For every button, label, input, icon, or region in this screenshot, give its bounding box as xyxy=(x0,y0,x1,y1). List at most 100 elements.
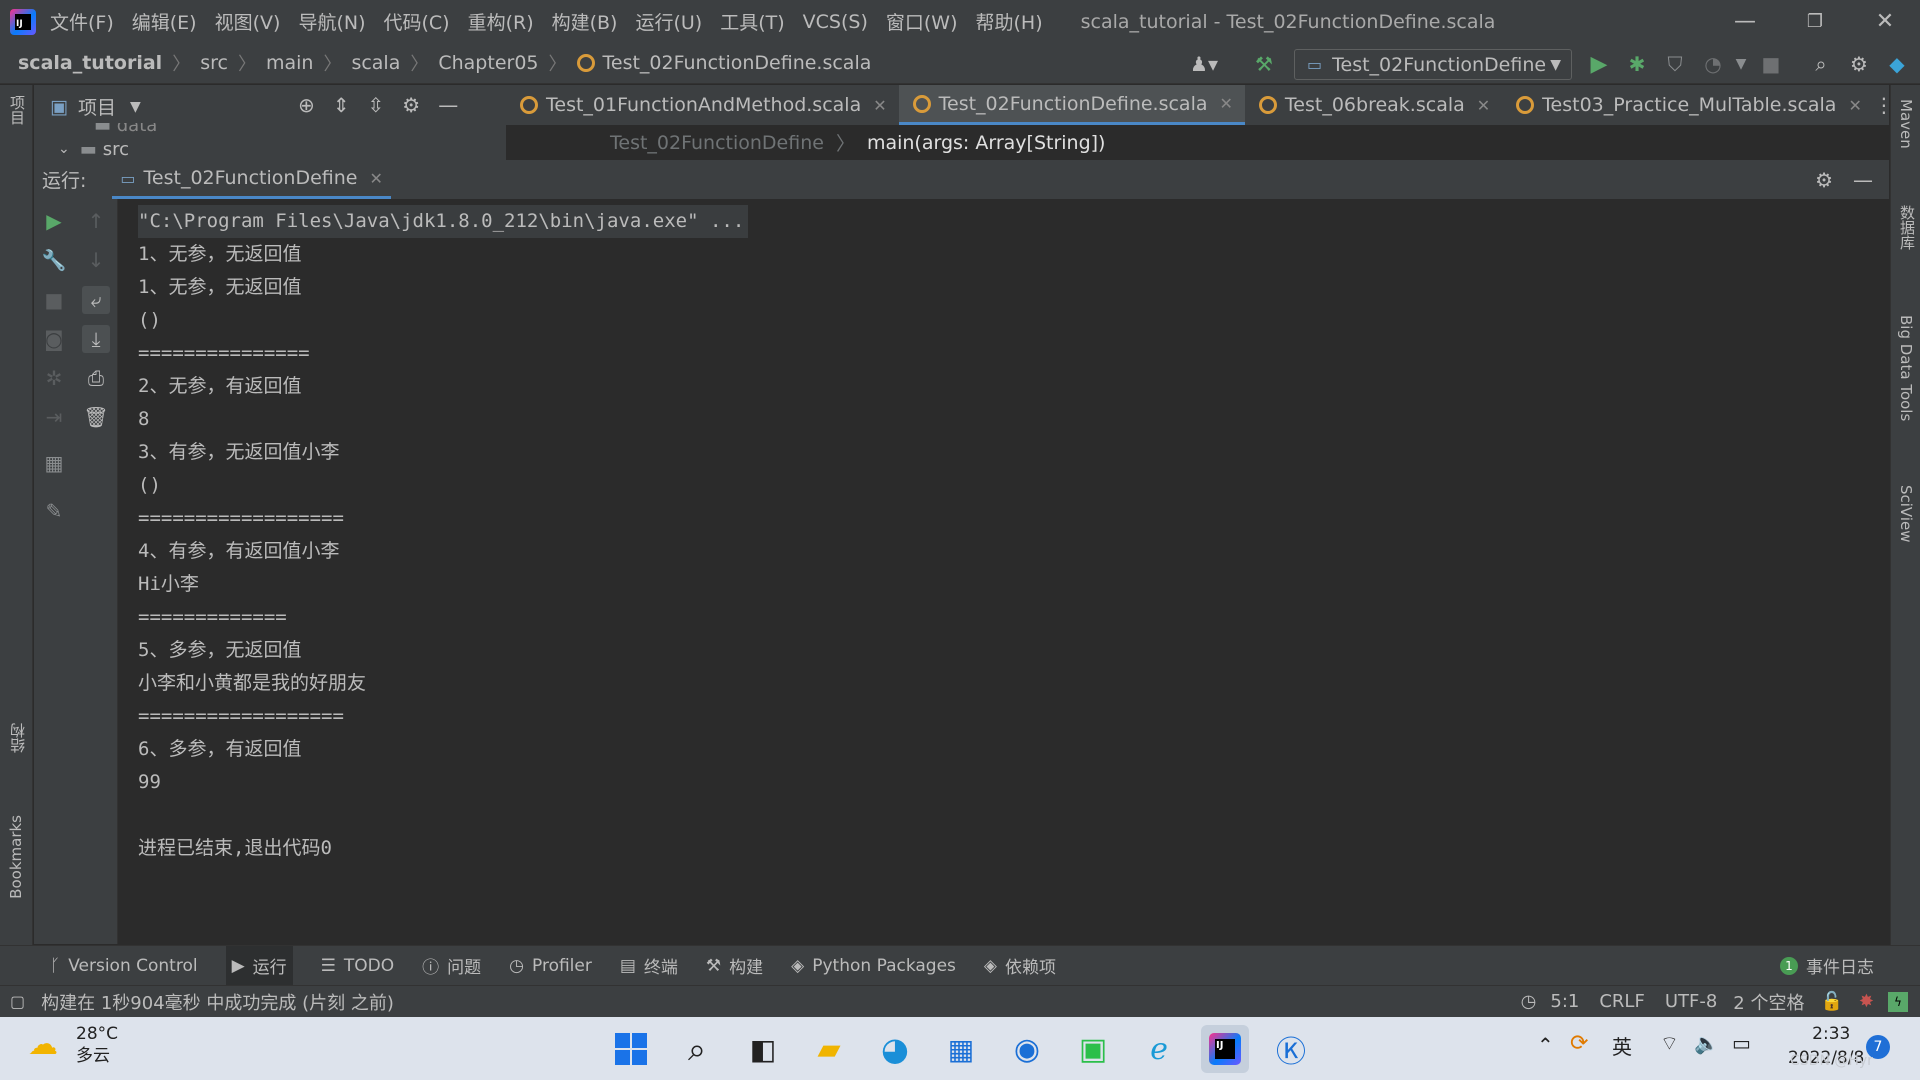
lock-icon[interactable]: 🔓 xyxy=(1820,991,1842,1012)
gear-icon[interactable]: ⚙ xyxy=(1815,168,1833,192)
hide-panel-icon[interactable]: — xyxy=(1853,168,1873,192)
hide-panel-icon[interactable]: — xyxy=(438,93,458,117)
bookmarks-tool-button[interactable]: Bookmarks xyxy=(7,815,25,899)
minimize-icon[interactable]: — xyxy=(1710,0,1780,43)
ie-browser-icon[interactable]: ℯ xyxy=(1135,1025,1183,1073)
tab-break[interactable]: Test_06break.scala ✕ xyxy=(1245,85,1502,125)
tray-overflow-icon[interactable]: ⌃ xyxy=(1537,1033,1554,1057)
close-icon[interactable]: ✕ xyxy=(1220,94,1233,113)
ime-indicator[interactable]: 英 xyxy=(1612,1031,1632,1060)
build-hammer-icon[interactable]: ⚒ xyxy=(1250,50,1278,78)
breadcrumb-method[interactable]: main(args: Array[String]) xyxy=(867,132,1106,154)
close-icon[interactable]: ✕ xyxy=(369,169,382,188)
weather-widget[interactable]: 28°C 多云 xyxy=(76,1023,118,1067)
tool-problems[interactable]: ⓘ 问题 xyxy=(422,953,481,978)
task-view-icon[interactable]: ◧ xyxy=(739,1025,787,1073)
event-log-button[interactable]: 1 事件日志 xyxy=(1780,953,1874,978)
project-tool-button[interactable]: 项目 xyxy=(7,95,28,125)
locate-icon[interactable]: ⊕ xyxy=(298,93,315,117)
wechat-icon[interactable]: ▣ xyxy=(1069,1025,1117,1073)
run-icon[interactable]: ▶ xyxy=(1585,50,1613,78)
gear-icon[interactable]: ⚙ xyxy=(402,93,420,117)
more-tabs-icon[interactable]: ⋮ xyxy=(1874,85,1894,125)
tool-version-control[interactable]: ᚴ Version Control xyxy=(50,956,198,976)
breadcrumb-chapter[interactable]: Chapter05 xyxy=(438,52,538,74)
file-explorer-icon[interactable]: ▰ xyxy=(805,1025,853,1073)
database-tool-button[interactable]: 数据库 xyxy=(1897,205,1918,250)
menu-run[interactable]: 运行(U) xyxy=(635,8,702,35)
print-icon[interactable]: ⎙ xyxy=(82,364,110,392)
tab-mul-table[interactable]: Test03_Practice_MulTable.scala ✕ xyxy=(1502,85,1874,125)
stop-icon[interactable]: ■ xyxy=(1757,50,1785,78)
edge-browser-icon[interactable]: ◕ xyxy=(871,1025,919,1073)
intellij-logo-icon[interactable]: IJ xyxy=(10,8,36,35)
tab-function-define[interactable]: Test_02FunctionDefine.scala ✕ xyxy=(898,85,1245,125)
coverage-icon[interactable]: ⛉ xyxy=(1661,50,1689,78)
breadcrumb-object[interactable]: Test_02FunctionDefine xyxy=(610,132,824,154)
tool-profiler[interactable]: ◷ Profiler xyxy=(509,956,592,976)
settings-icon[interactable]: ✲ xyxy=(40,364,68,392)
menu-vcs[interactable]: VCS(S) xyxy=(803,11,868,33)
layout-icon[interactable]: ▦ xyxy=(40,449,68,477)
menu-refactor[interactable]: 重构(R) xyxy=(468,8,534,35)
close-icon[interactable]: ✕ xyxy=(873,96,886,115)
tool-dependencies[interactable]: ◈ 依赖项 xyxy=(984,953,1056,979)
search-icon[interactable]: ⌕ xyxy=(673,1025,721,1073)
tree-item-src[interactable]: ⌄ ▬ src xyxy=(58,139,129,159)
battery-icon[interactable]: ▭ xyxy=(1732,1031,1751,1055)
camera-icon[interactable]: ◙ xyxy=(40,325,68,353)
menu-navigate[interactable]: 导航(N) xyxy=(298,8,365,35)
menu-view[interactable]: 视图(V) xyxy=(215,8,281,35)
tool-todo[interactable]: ☰ TODO xyxy=(321,956,395,976)
pin-icon[interactable]: ✎ xyxy=(40,497,68,525)
menu-build[interactable]: 构建(B) xyxy=(552,8,618,35)
tool-build[interactable]: ⚒ 构建 xyxy=(706,953,763,979)
git-icon[interactable]: ϟ xyxy=(1888,991,1908,1012)
sync-icon[interactable]: ⟳ xyxy=(1570,1031,1588,1056)
file-encoding[interactable]: UTF-8 xyxy=(1665,991,1717,1012)
scroll-to-end-icon[interactable]: ⤓ xyxy=(82,325,110,353)
run-configuration-selector[interactable]: ▭ Test_02FunctionDefine ▼ xyxy=(1294,49,1572,80)
breadcrumb-project[interactable]: scala_tutorial xyxy=(18,52,162,74)
tab-function-and-method[interactable]: Test_01FunctionAndMethod.scala ✕ xyxy=(506,85,899,125)
restore-icon[interactable]: ❐ xyxy=(1780,0,1850,43)
sciview-tool-button[interactable]: SciView xyxy=(1897,485,1915,543)
structure-tool-button[interactable]: 结构 xyxy=(7,723,28,753)
wrench-icon[interactable]: 🔧 xyxy=(40,246,68,274)
wifi-icon[interactable]: ⌔ xyxy=(1660,1031,1679,1056)
weather-icon[interactable]: ☁ xyxy=(28,1027,58,1062)
app-l-icon[interactable]: ◉ xyxy=(1003,1025,1051,1073)
close-icon[interactable]: ✕ xyxy=(1477,96,1490,115)
app-k-icon[interactable]: Ⓚ xyxy=(1267,1025,1315,1073)
breadcrumb-main[interactable]: main xyxy=(266,52,313,74)
big-data-tools-button[interactable]: Big Data Tools xyxy=(1897,315,1915,421)
menu-code[interactable]: 代码(C) xyxy=(383,8,449,35)
arrow-up-icon[interactable]: ↑ xyxy=(82,207,110,235)
store-icon[interactable]: ▦ xyxy=(937,1025,985,1073)
console-output[interactable]: "C:\Program Files\Java\jdk1.8.0_212\bin\… xyxy=(119,199,1889,944)
user-account-icon[interactable]: ♟▾ xyxy=(1190,50,1218,78)
line-ending[interactable]: CRLF xyxy=(1599,991,1644,1012)
close-window-icon[interactable]: ✕ xyxy=(1850,0,1920,43)
menu-help[interactable]: 帮助(H) xyxy=(976,8,1043,35)
breadcrumb-src[interactable]: src xyxy=(200,52,228,74)
collapse-all-icon[interactable]: ⇳ xyxy=(368,93,385,117)
chevron-down-icon[interactable]: ▼ xyxy=(1727,50,1755,78)
error-indicator-icon[interactable]: ✸ xyxy=(1859,991,1874,1012)
tool-python-packages[interactable]: ◈ Python Packages xyxy=(791,956,956,976)
close-icon[interactable]: ✕ xyxy=(1848,96,1861,115)
gear-icon[interactable]: ⚙ xyxy=(1845,50,1873,78)
menu-edit[interactable]: 编辑(E) xyxy=(132,8,197,35)
trash-icon[interactable]: 🗑 xyxy=(82,403,110,431)
search-icon[interactable]: ⌕ xyxy=(1807,50,1835,78)
project-panel-title[interactable]: 项目 xyxy=(78,93,116,120)
toggle-panel-icon[interactable]: ▢ xyxy=(10,992,25,1011)
tool-terminal[interactable]: ▤ 终端 xyxy=(620,953,678,979)
exit-icon[interactable]: ⇥ xyxy=(40,403,68,431)
expand-all-icon[interactable]: ⇕ xyxy=(333,93,350,117)
menu-window[interactable]: 窗口(W) xyxy=(886,8,958,35)
profile-icon[interactable]: ◔ xyxy=(1699,50,1727,78)
tree-item-data[interactable]: ▬ data xyxy=(94,123,157,137)
breadcrumb-file[interactable]: Test_02FunctionDefine.scala xyxy=(603,52,872,74)
run-tab[interactable]: ▭ Test_02FunctionDefine ✕ xyxy=(112,160,391,199)
